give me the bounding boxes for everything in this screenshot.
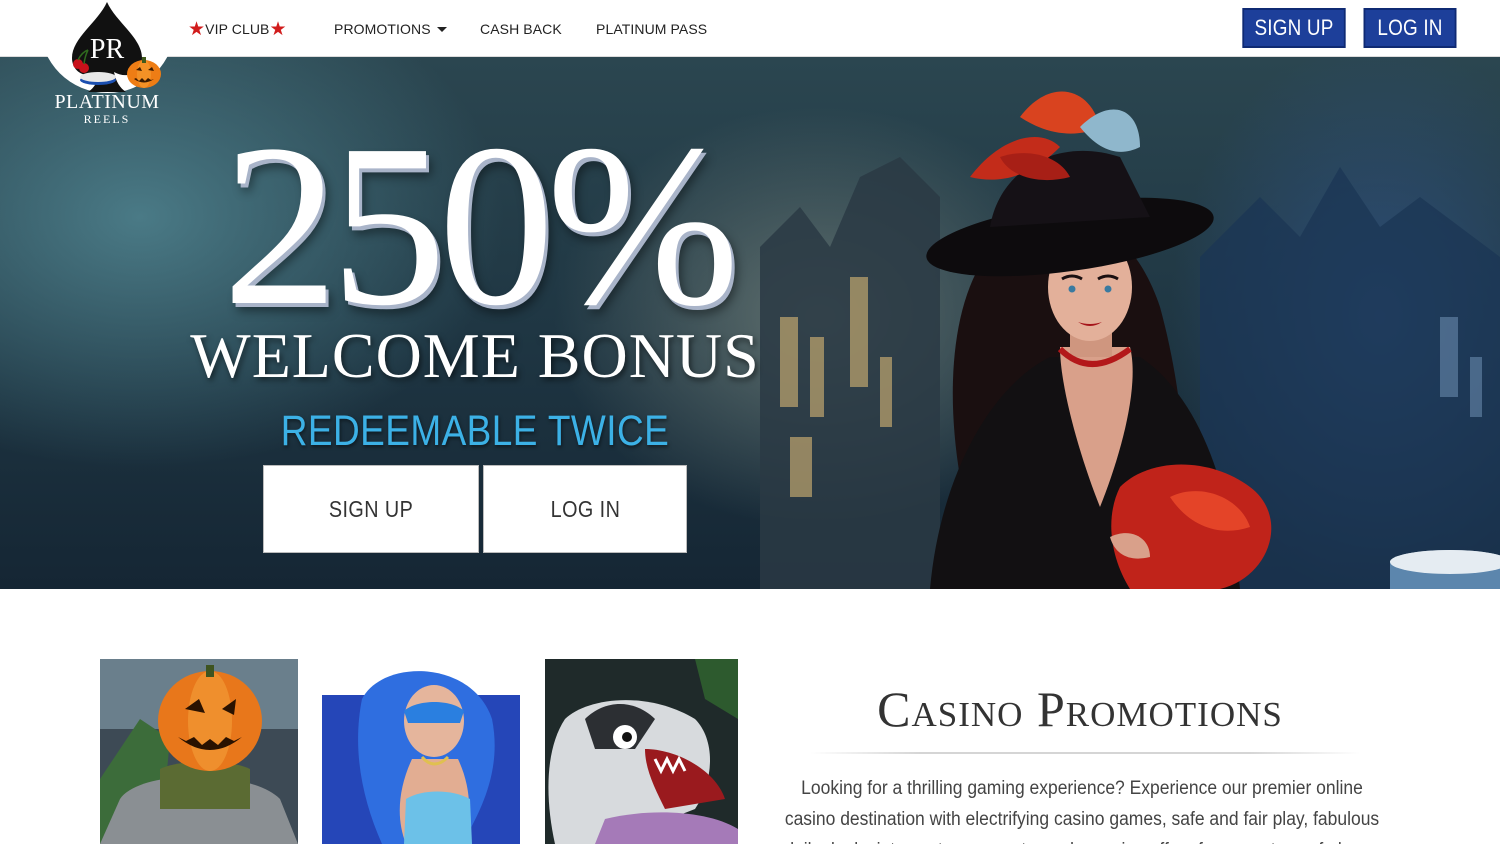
casino-promotions-description: Looking for a thrilling gaming experienc… — [784, 778, 1380, 844]
nav-promotions-label: PROMOTIONS — [334, 21, 431, 37]
hero-sign-up-button[interactable]: SIGN UP — [263, 465, 479, 553]
hero-sign-up-label: SIGN UP — [328, 495, 414, 522]
star-icon: ★ — [188, 18, 206, 40]
welcome-bonus-headline: WELCOME BONUS — [190, 320, 760, 391]
wolf-game-art — [545, 659, 738, 844]
hero-log-in-button[interactable]: LOG IN — [483, 465, 687, 553]
header-log-in-button[interactable]: LOG IN — [1363, 8, 1457, 48]
hero-banner: 250% WELCOME BONUS REDEEMABLE TWICE SIGN… — [0, 57, 1500, 589]
bonus-percent: 250% — [222, 97, 739, 354]
logo-monogram: PR — [90, 34, 125, 65]
caret-down-icon — [436, 26, 447, 32]
top-navigation: ★ VIP CLUB ★ PROMOTIONS CASH BACK PLATIN… — [0, 0, 1500, 57]
casino-promotions-title: Casino Promotions — [877, 681, 1283, 737]
logo-name-line2: REELS — [83, 112, 131, 126]
header-sign-up-label: SIGN UP — [1254, 15, 1334, 40]
logo-wordmark: PLATINUM REELS — [48, 92, 166, 125]
game-thumbnail-masquerade[interactable] — [322, 659, 520, 844]
nav-platinum-pass-label: PLATINUM PASS — [596, 21, 708, 37]
title-divider — [810, 752, 1360, 754]
masquerade-game-art — [322, 659, 520, 844]
pumpkin-game-art — [100, 659, 298, 844]
featured-games-collage — [100, 659, 740, 844]
game-thumbnail-pumpkin[interactable] — [100, 659, 298, 844]
header-log-in-label: LOG IN — [1377, 15, 1443, 40]
header-sign-up-button[interactable]: SIGN UP — [1242, 8, 1346, 48]
star-icon: ★ — [269, 18, 287, 40]
nav-cash-back[interactable]: CASH BACK — [480, 20, 562, 38]
nav-cash-back-label: CASH BACK — [480, 21, 562, 37]
hero-log-in-label: LOG IN — [550, 495, 620, 522]
nav-vip-club-label: VIP CLUB — [205, 21, 270, 37]
redeemable-twice-subheadline: REDEEMABLE TWICE — [280, 407, 670, 455]
nav-platinum-pass[interactable]: PLATINUM PASS — [596, 20, 707, 38]
nav-promotions[interactable]: PROMOTIONS — [334, 20, 447, 38]
logo-name-line1: PLATINUM — [54, 91, 160, 113]
platinum-reels-logo[interactable]: PR PLATINUM REELS — [48, 0, 166, 128]
game-thumbnail-wolf[interactable] — [545, 659, 738, 844]
nav-vip-club[interactable]: ★ VIP CLUB ★ — [188, 18, 287, 40]
